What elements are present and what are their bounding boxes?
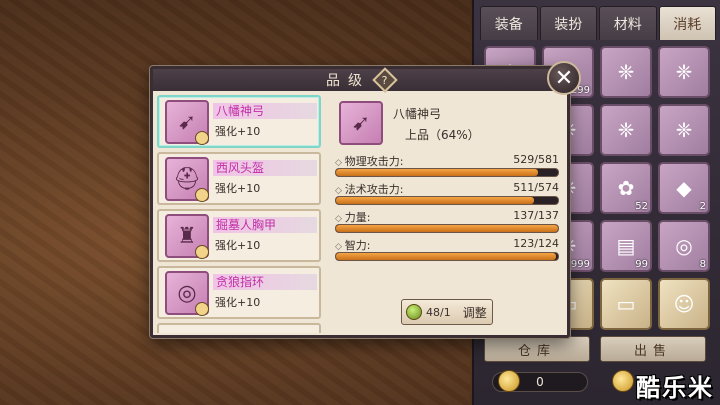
adjust-button[interactable]: 48/1 调整 — [401, 299, 493, 325]
item-level: 强化+10 — [215, 239, 261, 252]
book-icon: ▤ — [616, 234, 636, 258]
stat-label: 法术攻击力: — [335, 181, 404, 196]
detail-name: 八幡神弓 — [393, 107, 442, 121]
gem-icon: ◆ — [676, 176, 692, 200]
gem-icon — [406, 304, 422, 320]
stat-bar — [335, 252, 559, 261]
detail-grade: 上品（64%） — [405, 128, 480, 142]
inventory-slot[interactable]: ◎ 8 — [658, 220, 710, 272]
stat-bar-fill — [336, 253, 556, 260]
scroll-icon: ❈ — [675, 118, 693, 142]
stat-bar — [335, 196, 559, 205]
stat-magic-attack: 法术攻击力: 511/574 — [335, 181, 559, 205]
item-level: 强化+10 — [215, 296, 261, 309]
coin-icon — [612, 370, 634, 392]
stat-bar — [335, 224, 559, 233]
tab-materials[interactable]: 材料 — [599, 6, 657, 40]
item-level: 强化+10 — [215, 125, 261, 138]
item-name: 西风头盔 — [213, 160, 317, 176]
inventory-slot[interactable]: ❈ — [600, 46, 652, 98]
enhance-badge-icon — [195, 302, 209, 316]
scroll-icon: ❈ — [675, 60, 693, 84]
item-name: 贪狼指环 — [213, 274, 317, 290]
ribbon-icon: ✿ — [617, 176, 635, 200]
tab-equipment[interactable]: 装备 — [480, 6, 538, 40]
enhance-badge-icon — [195, 188, 209, 202]
tab-consumables[interactable]: 消耗 — [658, 6, 716, 40]
stat-value: 123/124 — [513, 237, 559, 250]
adjust-cost: 48/1 — [426, 305, 451, 319]
slot-count: 52 — [635, 201, 648, 212]
scroll-icon: ❈ — [617, 60, 635, 84]
item-detail: ➹ 八幡神弓 上品（64%） 物理攻击力: 529/581 法术攻击力: 511/5… — [329, 95, 565, 333]
tab-costume[interactable]: 装扮 — [539, 6, 597, 40]
slot-count: 999 — [570, 259, 590, 270]
equipment-list: ➹ 八幡神弓 强化+10 ⛑ 西风头盔 强化+10 ♜ 掘墓人胸甲 强化+10 … — [157, 95, 321, 333]
stat-value: 137/137 — [513, 209, 559, 222]
stat-bar-fill — [336, 169, 539, 176]
item-level: 强化+10 — [215, 182, 261, 195]
dialog-title: 品级 — [326, 73, 370, 89]
enhance-badge-icon — [195, 131, 209, 145]
stat-intelligence: 智力: 123/124 — [335, 237, 559, 261]
stat-label: 力量: — [335, 209, 371, 224]
watermark: 酷乐米 — [636, 374, 714, 402]
stat-physical-attack: 物理攻击力: 529/581 — [335, 153, 559, 177]
ring-icon: ◎ — [675, 234, 693, 258]
scroll-icon: ❈ — [617, 118, 635, 142]
stat-value: 529/581 — [513, 153, 559, 166]
slot-count: 8 — [699, 259, 706, 270]
inventory-slot[interactable]: ▭ — [600, 278, 652, 330]
inventory-slot[interactable]: ▤ 99 — [600, 220, 652, 272]
list-item[interactable]: ⛑ 西风头盔 强化+10 — [157, 152, 321, 205]
close-button[interactable]: ✕ — [547, 61, 581, 95]
warehouse-button[interactable]: 仓库 — [484, 336, 590, 362]
item-name: 掘墓人胸甲 — [213, 217, 317, 233]
cat-icon: ☺ — [673, 292, 695, 316]
stat-strength: 力量: 137/137 — [335, 209, 559, 233]
inventory-slot[interactable]: ☺ — [658, 278, 710, 330]
inventory-slot[interactable]: ❈ — [600, 104, 652, 156]
list-item[interactable]: ♜ 掘墓人胸甲 强化+10 — [157, 209, 321, 262]
stat-label: 物理攻击力: — [335, 153, 404, 168]
inventory-slot[interactable]: ◆ 2 — [658, 162, 710, 214]
inventory-slot[interactable]: ✿ 52 — [600, 162, 652, 214]
list-item[interactable]: ◎ 贪狼指环 强化+10 — [157, 266, 321, 319]
quality-dialog: 品级 ? ✕ ➹ 八幡神弓 强化+10 ⛑ 西风头盔 强化+10 ♜ 掘墓人胸甲… — [150, 61, 581, 338]
slot-count: 2 — [699, 201, 706, 212]
inventory-slot[interactable]: ❈ — [658, 46, 710, 98]
stat-bar-fill — [336, 225, 558, 232]
list-item[interactable]: ➹ 八幡神弓 强化+10 — [157, 95, 321, 148]
list-item[interactable] — [157, 323, 321, 333]
stat-bar — [335, 168, 559, 177]
bow-icon: ➹ — [339, 101, 383, 145]
adjust-label: 调整 — [462, 305, 487, 320]
stat-label: 智力: — [335, 237, 371, 252]
sell-button[interactable]: 出售 — [600, 336, 706, 362]
enhance-badge-icon — [195, 245, 209, 259]
help-icon[interactable]: ? — [372, 67, 398, 93]
inventory-tabs: 装备 装扮 材料 消耗 — [474, 0, 720, 40]
stat-bar-fill — [336, 197, 534, 204]
coin-icon — [498, 370, 520, 392]
inventory-slot[interactable]: ❈ — [658, 104, 710, 156]
item-name: 八幡神弓 — [213, 103, 317, 119]
paper-icon: ▭ — [616, 292, 636, 316]
dialog-header: 品级 ? — [153, 67, 567, 93]
slot-count: 99 — [635, 259, 648, 270]
stat-value: 511/574 — [513, 181, 559, 194]
